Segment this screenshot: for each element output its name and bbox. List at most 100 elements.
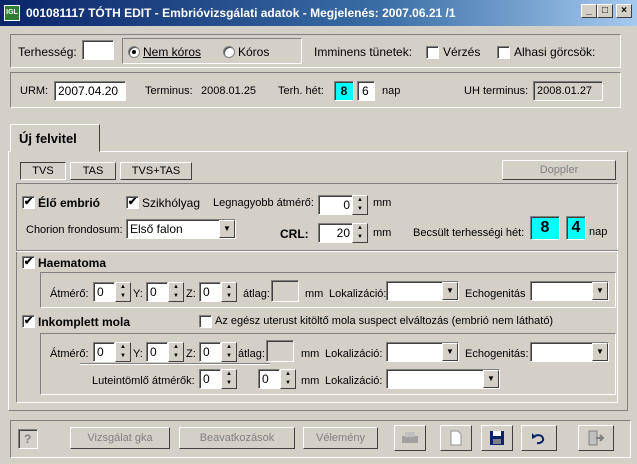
mola-y-label: Y: [133,348,143,360]
haematoma-label: Haematoma [38,256,107,270]
mola-echogenitas-dropdown-icon[interactable]: ▼ [592,343,608,361]
szikholyag-checkbox[interactable]: ✔ [126,196,139,209]
mola-y-field[interactable]: 0 [146,342,168,362]
app-logo-icon: IGL [4,5,20,21]
lutein-lokalizacio-dropdown-icon[interactable]: ▼ [483,370,499,388]
vizsgalat-button[interactable]: Vizsgálat gka [70,427,170,449]
lutein-lokalizacio-label: Lokalizáció: [325,375,383,387]
haem-echogenitas-dropdown-icon[interactable]: ▼ [592,282,608,300]
becsult-days: 4 [566,216,586,240]
haem-y-label: Y: [133,288,143,300]
mola-atmero-label: Átmérő: [50,348,89,360]
help-icon[interactable]: ? [18,429,38,449]
lutein-label: Luteintömlő átmérők: [92,375,195,387]
inkomplett-label: Inkomplett mola [38,315,131,329]
mola-x-spinner[interactable]: ▲ ▼ [115,342,131,362]
uh-terminus-field: 2008.01.27 [533,81,603,101]
save-icon[interactable] [481,425,513,451]
subtab-tas[interactable]: TAS [70,162,116,180]
undo-icon[interactable] [521,425,557,451]
mola-divider [80,363,270,365]
divider [16,250,618,252]
urm-field[interactable]: 2007.04.20 [54,81,126,101]
radio-koros[interactable] [223,46,235,58]
haem-x-field[interactable]: 0 [93,282,115,302]
terhesseg-field[interactable] [82,40,114,60]
haem-atmero-label: Átmérő: [50,288,89,300]
terh-het-label: Terh. hét: [278,85,324,97]
printer-icon[interactable] [394,425,426,451]
save-icon-svg [490,431,504,445]
printer-icon-svg [402,432,418,443]
haem-z-field[interactable]: 0 [199,282,221,302]
legnagyobb-field[interactable]: 0 [318,195,354,215]
lutein-1-spinner[interactable]: ▲ ▼ [221,369,237,389]
alhasi-label: Alhasi görcsök: [514,45,596,59]
haem-x-spinner[interactable]: ▲ ▼ [115,282,131,302]
alhasi-checkbox[interactable] [497,46,510,59]
verzes-label: Vérzés [443,45,481,59]
becsult-nap: nap [589,226,608,238]
haem-atlag-label: átlag: [243,288,270,300]
minimize-button[interactable]: _ [581,4,597,18]
elo-embrio-checkbox[interactable]: ✔ [22,196,35,209]
window-title: 001081117 TÓTH EDIT - Embrióvizsgálati a… [26,6,456,20]
haem-z-spinner[interactable]: ▲ ▼ [221,282,237,302]
haem-y-field[interactable]: 0 [146,282,168,302]
crl-field[interactable]: 20 [318,223,354,243]
chorion-value: Első falon [130,222,183,236]
egesz-uterus-checkbox[interactable] [199,315,212,328]
egesz-uterus-label: Az egész uterust kitöltő mola suspect el… [215,315,554,327]
mola-y-spinner[interactable]: ▲ ▼ [168,342,184,362]
mola-atlag-label: átlag: [238,348,265,360]
close-button[interactable]: × [616,4,632,18]
imminens-label: Imminens tünetek: [314,45,413,59]
legnagyobb-mm: mm [373,197,392,209]
szikholyag-label: Szikhólyag [142,196,201,210]
subtab-tvs[interactable]: TVS [20,162,66,180]
crl-spinner[interactable]: ▲ ▼ [352,223,368,243]
uh-terminus-label: UH terminus: [464,85,529,97]
verzes-checkbox[interactable] [426,46,439,59]
mola-atlag-field [266,340,294,362]
elo-embrio-label: Élő embrió [38,196,101,210]
mola-z-field[interactable]: 0 [199,342,221,362]
mola-echogenitas-label: Echogenitás: [465,348,529,360]
haem-z-label: Z: [186,288,196,300]
mola-z-spinner[interactable]: ▲ ▼ [221,342,237,362]
legnagyobb-label: Legnagyobb átmérő: [213,197,314,209]
mola-z-label: Z: [186,348,196,360]
new-page-icon[interactable] [440,425,472,451]
chorion-dropdown-icon[interactable]: ▼ [219,220,235,238]
radio-nem-koros[interactable] [128,46,140,58]
lutein-1-field[interactable]: 0 [199,369,221,389]
terh-het-days: 6 [357,81,375,101]
mola-x-field[interactable]: 0 [93,342,115,362]
subtab-tvs-tas[interactable]: TVS+TAS [120,162,192,180]
crl-label: CRL: [280,227,309,241]
haem-y-spinner[interactable]: ▲ ▼ [168,282,184,302]
exit-icon[interactable] [578,425,614,451]
lutein-2-spinner[interactable]: ▲ ▼ [280,369,296,389]
legnagyobb-spinner[interactable]: ▲ ▼ [352,195,368,215]
becsult-weeks: 8 [530,216,560,240]
haem-lokalizacio-label: Lokalizáció: [329,288,387,300]
haem-lokalizacio-dropdown-icon[interactable]: ▼ [442,282,458,300]
velemeny-button[interactable]: Vélemény [303,427,378,449]
inkomplett-checkbox[interactable]: ✔ [22,315,35,328]
lutein-2-field[interactable]: 0 [258,369,280,389]
beavatkozasok-button[interactable]: Beavatkozások [179,427,295,449]
mola-lokalizacio-dropdown-icon[interactable]: ▼ [442,343,458,361]
doppler-button[interactable]: Doppler [502,160,616,180]
maximize-button[interactable]: □ [597,4,613,18]
undo-icon-svg [532,433,545,445]
haem-atlag-field [271,280,299,302]
chorion-label: Chorion frondosum: [26,224,123,236]
tab-uj-felvitel[interactable]: Új felvitel [10,124,100,152]
becsult-label: Becsült terhességi hét: [413,227,525,239]
haematoma-checkbox[interactable]: ✔ [22,256,35,269]
exit-icon-svg [588,430,605,446]
radio-nem-koros-label: Nem kóros [143,45,202,59]
tab-uj-felvitel-label: Új felvitel [19,131,77,146]
title-bar: IGL 001081117 TÓTH EDIT - Embrióvizsgála… [0,0,637,26]
